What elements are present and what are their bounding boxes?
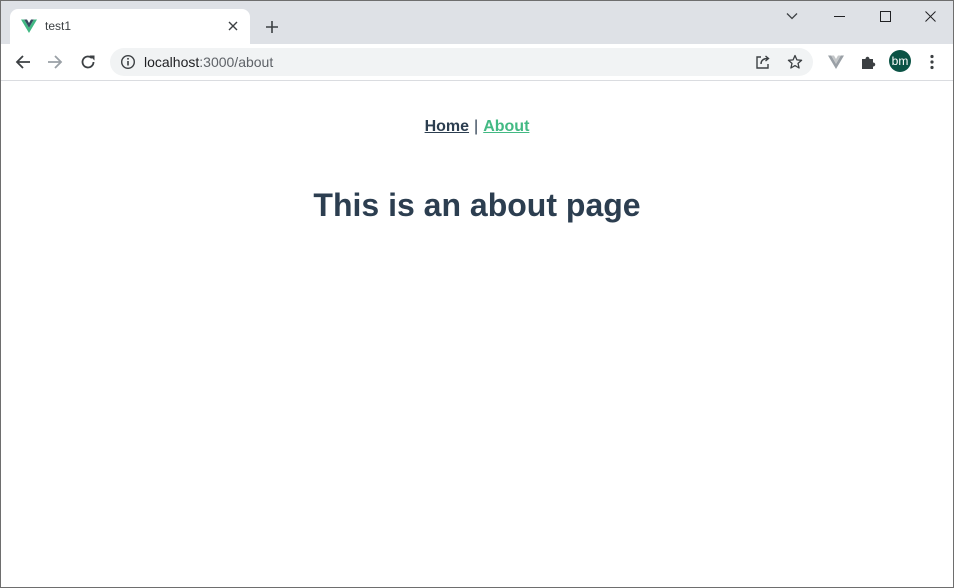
nav-separator: | (474, 118, 479, 135)
info-icon[interactable] (120, 54, 136, 70)
browser-toolbar: localhost:3000/about bm (1, 44, 953, 81)
main-nav: Home | About (1, 117, 953, 137)
url-host: localhost (144, 54, 200, 70)
page-title: This is an about page (313, 187, 641, 223)
chevron-down-icon (786, 13, 798, 20)
puzzle-icon (862, 56, 876, 69)
maximize-button[interactable] (862, 1, 908, 31)
reload-icon (81, 55, 95, 69)
browser-window: test1 localhost:3000/about bm Home | Abo… (0, 0, 954, 588)
minimize-icon (833, 15, 845, 17)
new-tab-button[interactable] (260, 15, 284, 39)
reload-button[interactable] (75, 49, 101, 75)
url-path: :3000/about (199, 54, 274, 70)
minimize-button[interactable] (816, 1, 862, 31)
tab-close-button[interactable] (224, 17, 242, 35)
profile-avatar[interactable]: bm (889, 50, 911, 72)
tab-active[interactable]: test1 (10, 9, 250, 44)
nav-link-home[interactable]: Home (425, 118, 469, 135)
share-button[interactable] (754, 53, 772, 71)
tab-title: test1 (45, 19, 72, 33)
close-icon (228, 21, 238, 31)
vue-logo-icon (21, 19, 37, 33)
page-content: Home | About This is an about page (1, 81, 953, 587)
star-icon (787, 54, 803, 69)
bookmark-button[interactable] (786, 53, 804, 71)
vue-logo-icon (828, 55, 844, 69)
nav-link-about[interactable]: About (483, 118, 529, 135)
address-bar[interactable]: localhost:3000/about (110, 48, 813, 76)
arrow-left-icon (15, 55, 30, 69)
vue-devtools-extension-button[interactable] (823, 49, 849, 75)
close-icon (924, 10, 936, 22)
browser-menu-button[interactable] (919, 49, 945, 75)
url-text[interactable]: localhost:3000/about (144, 54, 273, 70)
tab-search-button[interactable] (769, 1, 815, 31)
arrow-right-icon (48, 55, 63, 69)
plus-icon (266, 21, 278, 33)
share-icon (756, 55, 770, 69)
close-window-button[interactable] (907, 1, 953, 31)
tab-strip: test1 (1, 1, 953, 44)
more-vert-icon (930, 54, 934, 70)
back-button[interactable] (10, 49, 36, 75)
maximize-icon (879, 10, 891, 22)
extensions-button[interactable] (855, 49, 881, 75)
forward-button[interactable] (42, 49, 68, 75)
